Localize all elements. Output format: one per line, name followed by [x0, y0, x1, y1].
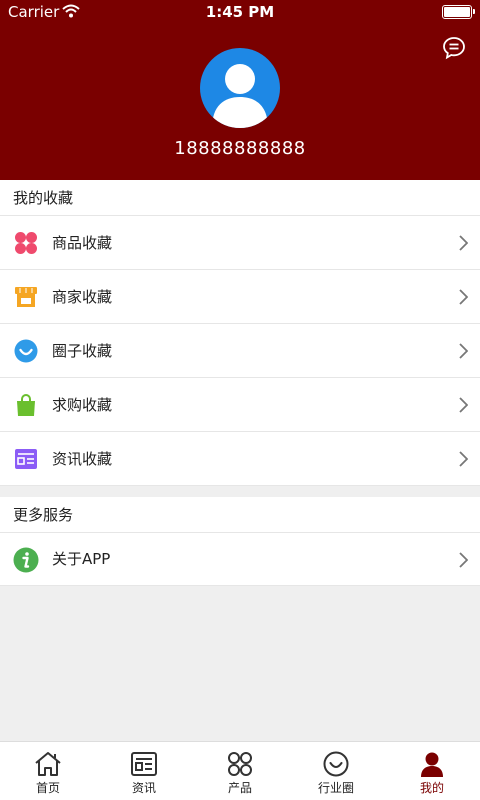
list-item-label: 圈子收藏 [52, 342, 113, 360]
section-title-favorites: 我的收藏 [0, 180, 480, 216]
message-icon[interactable] [442, 36, 466, 60]
chevron-right-icon [459, 343, 468, 359]
grid-icon [228, 752, 252, 776]
smile-icon [323, 751, 349, 777]
list-item-news-favorites[interactable]: 资讯收藏 [0, 432, 480, 486]
list-item-label: 商家收藏 [52, 288, 113, 306]
list-item-label: 求购收藏 [52, 396, 113, 414]
tab-label: 行业圈 [317, 781, 354, 795]
tab-label: 我的 [419, 781, 444, 795]
list-item-product-favorites[interactable]: 商品收藏 [0, 216, 480, 270]
chevron-right-icon [459, 397, 468, 413]
section-title-more-services: 更多服务 [0, 497, 480, 533]
tab-industry-circle[interactable]: 行业圈 [288, 742, 384, 800]
storefront-icon [15, 287, 37, 307]
home-icon [35, 752, 61, 776]
list-item-label: 关于APP [52, 550, 111, 568]
list-item-about-app[interactable]: 关于APP [0, 533, 480, 586]
smile-circle-icon [14, 339, 38, 363]
news-card-icon [15, 449, 37, 469]
clock: 1:45 PM [205, 3, 275, 21]
avatar[interactable] [200, 48, 280, 128]
list-item-purchase-favorites[interactable]: 求购收藏 [0, 378, 480, 432]
clover-icon [15, 232, 37, 254]
info-icon [13, 547, 39, 573]
user-phone: 18888888888 [174, 138, 306, 159]
status-bar: Carrier 1:45 PM [0, 0, 480, 24]
tab-label: 首页 [35, 781, 60, 795]
shopping-bag-icon [17, 394, 35, 416]
tab-label: 资讯 [131, 781, 156, 795]
list-item-merchant-favorites[interactable]: 商家收藏 [0, 270, 480, 324]
tab-home[interactable]: 首页 [0, 742, 96, 800]
tab-mine[interactable]: 我的 [384, 742, 480, 800]
tab-label: 产品 [227, 781, 252, 795]
chevron-right-icon [459, 289, 468, 305]
list-item-circle-favorites[interactable]: 圈子收藏 [0, 324, 480, 378]
chevron-right-icon [459, 451, 468, 467]
tab-news[interactable]: 资讯 [96, 742, 192, 800]
news-icon [131, 752, 157, 776]
bottom-tab-bar: 首页 资讯 产品 行业圈 我的 [0, 741, 480, 800]
chevron-right-icon [459, 552, 468, 568]
battery-icon [442, 5, 475, 19]
user-icon [421, 752, 443, 777]
list-item-label: 商品收藏 [52, 234, 113, 252]
tab-products[interactable]: 产品 [192, 742, 288, 800]
user-silhouette-icon [212, 64, 268, 128]
profile-header: Carrier 1:45 PM 18888888888 [0, 0, 480, 180]
chevron-right-icon [459, 235, 468, 251]
list-item-label: 资讯收藏 [52, 450, 113, 468]
